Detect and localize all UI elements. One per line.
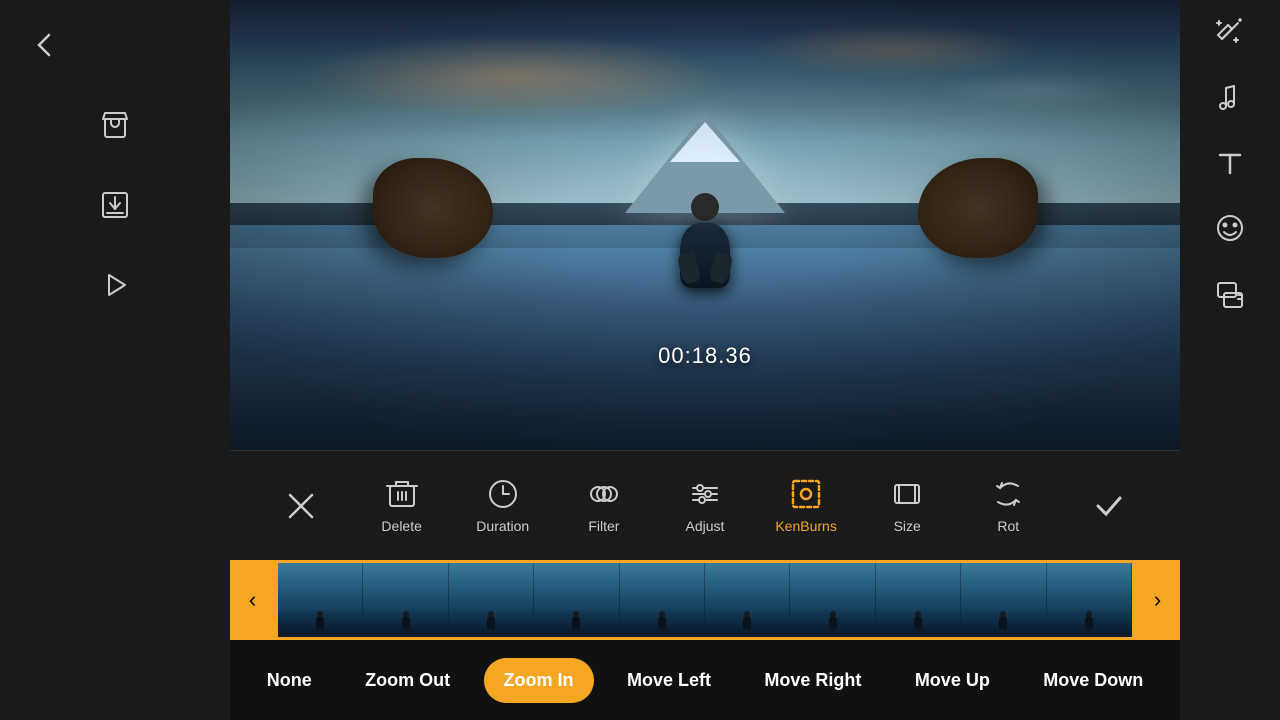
timeline-right-arrow[interactable]: ›: [1135, 560, 1180, 640]
toolbar-rot[interactable]: Rot: [968, 478, 1048, 534]
text-icon[interactable]: [1216, 149, 1244, 177]
toolbar-rot-label: Rot: [997, 518, 1019, 534]
frame-7: [790, 563, 875, 637]
timeline-frames[interactable]: [275, 560, 1135, 640]
toolbar: Delete Duration Filter: [230, 450, 1180, 560]
effect-move-up[interactable]: Move Up: [895, 658, 1010, 703]
frame-9: [961, 563, 1046, 637]
frame-6: [705, 563, 790, 637]
video-preview: 00:18.36: [230, 0, 1180, 450]
toolbar-delete[interactable]: Delete: [362, 478, 442, 534]
toolbar-adjust[interactable]: Adjust: [665, 478, 745, 534]
confirm-button[interactable]: [1069, 489, 1149, 523]
toolbar-duration[interactable]: Duration: [463, 478, 543, 534]
effects-bar: None Zoom Out Zoom In Move Left Move Rig…: [230, 640, 1180, 720]
frame-1: [278, 563, 363, 637]
left-sidebar: [0, 0, 230, 720]
effect-zoom-in[interactable]: Zoom In: [484, 658, 594, 703]
effect-move-right[interactable]: Move Right: [744, 658, 881, 703]
frame-10: [1047, 563, 1132, 637]
effect-move-down[interactable]: Move Down: [1023, 658, 1163, 703]
overlay-icon[interactable]: [1214, 279, 1246, 311]
toolbar-filter[interactable]: Filter: [564, 478, 644, 534]
store-icon[interactable]: [90, 100, 140, 150]
play-icon[interactable]: [90, 260, 140, 310]
frame-2: [363, 563, 448, 637]
toolbar-adjust-label: Adjust: [686, 518, 725, 534]
toolbar-size-label: Size: [894, 518, 921, 534]
effect-move-left[interactable]: Move Left: [607, 658, 731, 703]
close-button[interactable]: [261, 489, 341, 523]
timeline-left-arrow[interactable]: ‹: [230, 560, 275, 640]
frame-4: [534, 563, 619, 637]
effect-none[interactable]: None: [247, 658, 332, 703]
back-button[interactable]: [20, 20, 70, 70]
music-icon[interactable]: [1214, 82, 1246, 114]
toolbar-duration-label: Duration: [476, 518, 529, 534]
effect-zoom-out[interactable]: Zoom Out: [345, 658, 470, 703]
timeline-strip: ‹ ›: [230, 560, 1180, 640]
frame-3: [449, 563, 534, 637]
download-icon[interactable]: [90, 180, 140, 230]
frame-8: [876, 563, 961, 637]
video-timestamp: 00:18.36: [658, 343, 752, 369]
toolbar-size[interactable]: Size: [867, 478, 947, 534]
toolbar-kenburns-label: KenBurns: [775, 518, 836, 534]
right-sidebar: [1180, 0, 1280, 720]
magic-wand-icon[interactable]: [1214, 15, 1246, 47]
main-content: 00:18.36 Delete: [230, 0, 1180, 720]
frame-5: [620, 563, 705, 637]
toolbar-kenburns[interactable]: KenBurns: [766, 478, 846, 534]
toolbar-filter-label: Filter: [588, 518, 619, 534]
emoji-icon[interactable]: [1214, 212, 1246, 244]
toolbar-delete-label: Delete: [381, 518, 421, 534]
